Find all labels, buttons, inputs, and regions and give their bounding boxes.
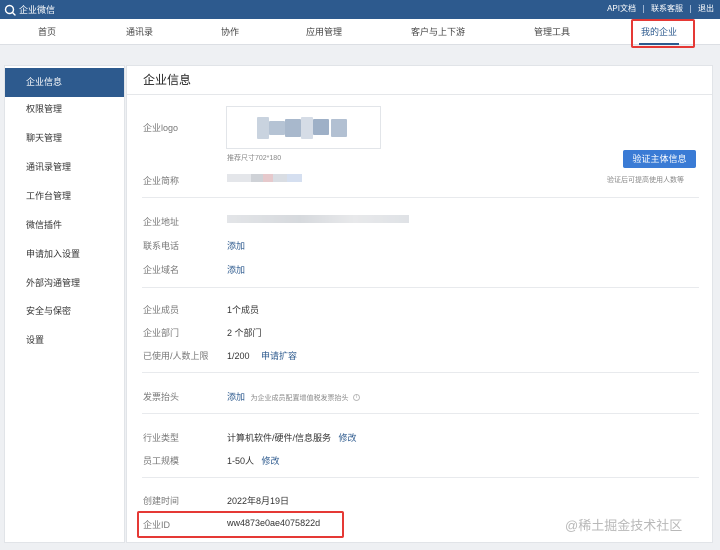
add-domain-link[interactable]: 添加 xyxy=(227,263,245,276)
invoice-row: 添加 为企业成员配置增值税发票抬头 i xyxy=(227,390,361,403)
nav-management-tools[interactable]: 管理工具 xyxy=(534,19,570,45)
invoice-hint: 为企业成员配置增值税发票抬头 xyxy=(250,395,349,402)
sidebar-item-enterprise-info[interactable]: 企业信息 xyxy=(5,68,124,97)
scale-label: 员工规模 xyxy=(143,456,180,466)
logout-link[interactable]: 退出 xyxy=(698,3,714,14)
scale-value: 1-50人 xyxy=(227,456,255,466)
add-phone-link[interactable]: 添加 xyxy=(227,239,245,252)
corp-id-value[interactable]: ww4873e0ae4075822d xyxy=(227,518,320,528)
divider xyxy=(690,4,691,13)
divider xyxy=(142,372,699,373)
limit-value: 1/200 xyxy=(227,351,250,361)
divider xyxy=(142,413,699,414)
main-content: 企业信息 企业logo 推荐尺寸702*180 企业简称 验证主体信息 验证后可… xyxy=(126,65,713,543)
nav-customers[interactable]: 客户与上下游 xyxy=(411,19,465,45)
nav-collaboration[interactable]: 协作 xyxy=(221,19,239,45)
sidebar-item-chat-management[interactable]: 聊天管理 xyxy=(5,124,124,153)
sidebar-item-workbench[interactable]: 工作台管理 xyxy=(5,182,124,211)
sidebar-item-contacts-management[interactable]: 通讯录管理 xyxy=(5,153,124,182)
nav-home[interactable]: 首页 xyxy=(38,19,56,45)
phone-label: 联系电话 xyxy=(143,241,180,251)
nav-app-management[interactable]: 应用管理 xyxy=(306,19,342,45)
corp-id-label: 企业ID xyxy=(143,520,171,530)
top-bar: 企业微信 API文档 联系客服 退出 xyxy=(0,0,720,19)
address-value-blurred xyxy=(227,215,409,223)
contact-support-link[interactable]: 联系客服 xyxy=(651,3,683,14)
departments-value: 2 个部门 xyxy=(227,328,262,338)
main-nav: 首页 通讯录 协作 应用管理 客户与上下游 管理工具 我的企业 xyxy=(0,19,720,45)
nav-contacts[interactable]: 通讯录 xyxy=(126,19,153,45)
departments-label: 企业部门 xyxy=(143,328,180,338)
watermark: @稀土掘金技术社区 xyxy=(565,518,683,533)
sidebar-item-wechat-plugin[interactable]: 微信插件 xyxy=(5,211,124,240)
apply-expansion-link[interactable]: 申请扩容 xyxy=(261,351,297,361)
edit-scale-link[interactable]: 修改 xyxy=(262,456,280,466)
divider xyxy=(127,94,712,95)
edit-industry-link[interactable]: 修改 xyxy=(339,433,357,443)
sidebar-item-permissions[interactable]: 权限管理 xyxy=(5,95,124,124)
logo-size-hint: 推荐尺寸702*180 xyxy=(227,155,282,162)
app-logo[interactable]: 企业微信 xyxy=(4,3,55,16)
sidebar-item-settings[interactable]: 设置 xyxy=(5,326,124,355)
industry-row: 计算机软件/硬件/信息服务 修改 xyxy=(227,431,357,444)
verify-entity-button[interactable]: 验证主体信息 xyxy=(623,150,696,168)
sidebar-item-security[interactable]: 安全与保密 xyxy=(5,297,124,326)
limit-row: 1/200 申请扩容 xyxy=(227,349,297,362)
domain-label: 企业域名 xyxy=(143,265,180,275)
members-value: 1个成员 xyxy=(227,305,260,315)
created-value: 2022年8月19日 xyxy=(227,496,290,506)
limit-label: 已使用/人数上限 xyxy=(143,351,209,361)
industry-label: 行业类型 xyxy=(143,433,180,443)
info-icon[interactable]: i xyxy=(353,394,361,402)
api-docs-link[interactable]: API文档 xyxy=(607,3,636,14)
scale-row: 1-50人 修改 xyxy=(227,454,280,467)
divider xyxy=(142,477,699,478)
logo-upload[interactable] xyxy=(226,106,381,149)
page-title: 企业信息 xyxy=(143,73,192,87)
nav-my-enterprise[interactable]: 我的企业 xyxy=(638,19,680,45)
invoice-label: 发票抬头 xyxy=(143,392,180,402)
divider xyxy=(142,197,699,198)
top-links: API文档 联系客服 退出 xyxy=(607,3,714,14)
address-label: 企业地址 xyxy=(143,217,180,227)
short-name-value-blurred xyxy=(227,174,302,182)
created-label: 创建时间 xyxy=(143,496,180,506)
logo-label: 企业logo xyxy=(143,123,179,133)
short-name-label: 企业简称 xyxy=(143,176,180,186)
sidebar: 企业信息 权限管理 聊天管理 通讯录管理 工作台管理 微信插件 申请加入设置 外… xyxy=(4,65,125,543)
members-label: 企业成员 xyxy=(143,305,180,315)
sidebar-item-external-contact[interactable]: 外部沟通管理 xyxy=(5,269,124,298)
verify-hint: 验证后可提高使用人数等 xyxy=(607,177,684,184)
blurred-logo xyxy=(257,117,269,139)
app-name: 企业微信 xyxy=(19,5,56,15)
add-invoice-link[interactable]: 添加 xyxy=(227,392,245,402)
divider xyxy=(643,4,644,13)
divider xyxy=(142,287,699,288)
wework-logo-icon xyxy=(4,4,16,16)
sidebar-item-join-settings[interactable]: 申请加入设置 xyxy=(5,240,124,269)
industry-value: 计算机软件/硬件/信息服务 xyxy=(227,433,332,443)
